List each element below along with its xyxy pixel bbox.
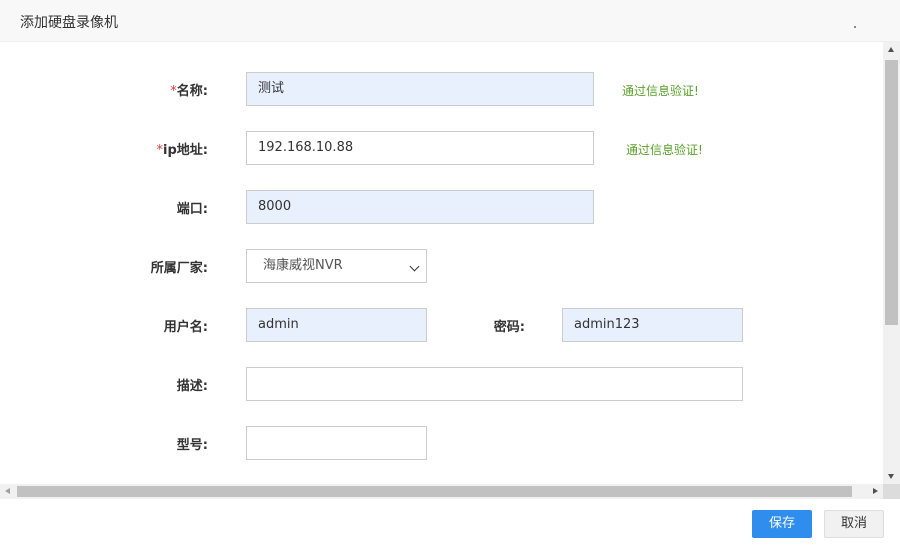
scroll-right-arrow-icon[interactable] — [873, 488, 878, 494]
vendor-selected-value: 海康威视NVR — [263, 258, 343, 273]
dialog-footer: 保存 取消 — [0, 499, 900, 550]
vertical-scrollbar[interactable] — [883, 42, 900, 484]
dialog-header: 添加硬盘录像机 — [0, 0, 900, 42]
form-scroll-area: *名称: 测试 通过信息验证! *ip地址: 192.168.10.88 通过信… — [0, 42, 883, 484]
scroll-down-arrow-icon[interactable] — [888, 474, 894, 479]
horizontal-scroll-thumb[interactable] — [17, 486, 852, 497]
username-input[interactable]: admin — [246, 308, 427, 342]
dialog-title: 添加硬盘录像机 — [20, 15, 118, 31]
horizontal-scrollbar[interactable] — [0, 484, 883, 499]
ip-label: *ip地址: — [156, 143, 208, 158]
description-label: 描述: — [176, 379, 208, 394]
ip-input[interactable]: 192.168.10.88 — [246, 131, 594, 165]
ip-validation-message: 通过信息验证! — [626, 143, 703, 157]
port-input[interactable]: 8000 — [246, 190, 594, 224]
model-input[interactable] — [246, 426, 427, 460]
name-label: *名称: — [170, 84, 208, 99]
cancel-button[interactable]: 取消 — [824, 510, 884, 538]
description-input[interactable] — [246, 367, 743, 401]
name-input[interactable]: 测试 — [246, 72, 594, 106]
close-icon[interactable] — [854, 26, 856, 28]
vendor-select[interactable]: 海康威视NVR — [246, 249, 427, 283]
scroll-up-arrow-icon[interactable] — [888, 47, 894, 52]
chevron-down-icon — [409, 261, 420, 272]
password-input[interactable]: admin123 — [562, 308, 743, 342]
scroll-left-arrow-icon[interactable] — [5, 488, 10, 494]
name-validation-message: 通过信息验证! — [622, 84, 699, 98]
port-label: 端口: — [176, 202, 208, 217]
vertical-scroll-thumb[interactable] — [885, 60, 898, 325]
password-label: 密码: — [493, 320, 525, 335]
scrollbar-corner — [883, 484, 900, 499]
username-label: 用户名: — [163, 320, 208, 335]
save-button[interactable]: 保存 — [752, 510, 812, 538]
model-label: 型号: — [176, 438, 208, 453]
vendor-label: 所属厂家: — [150, 261, 208, 276]
